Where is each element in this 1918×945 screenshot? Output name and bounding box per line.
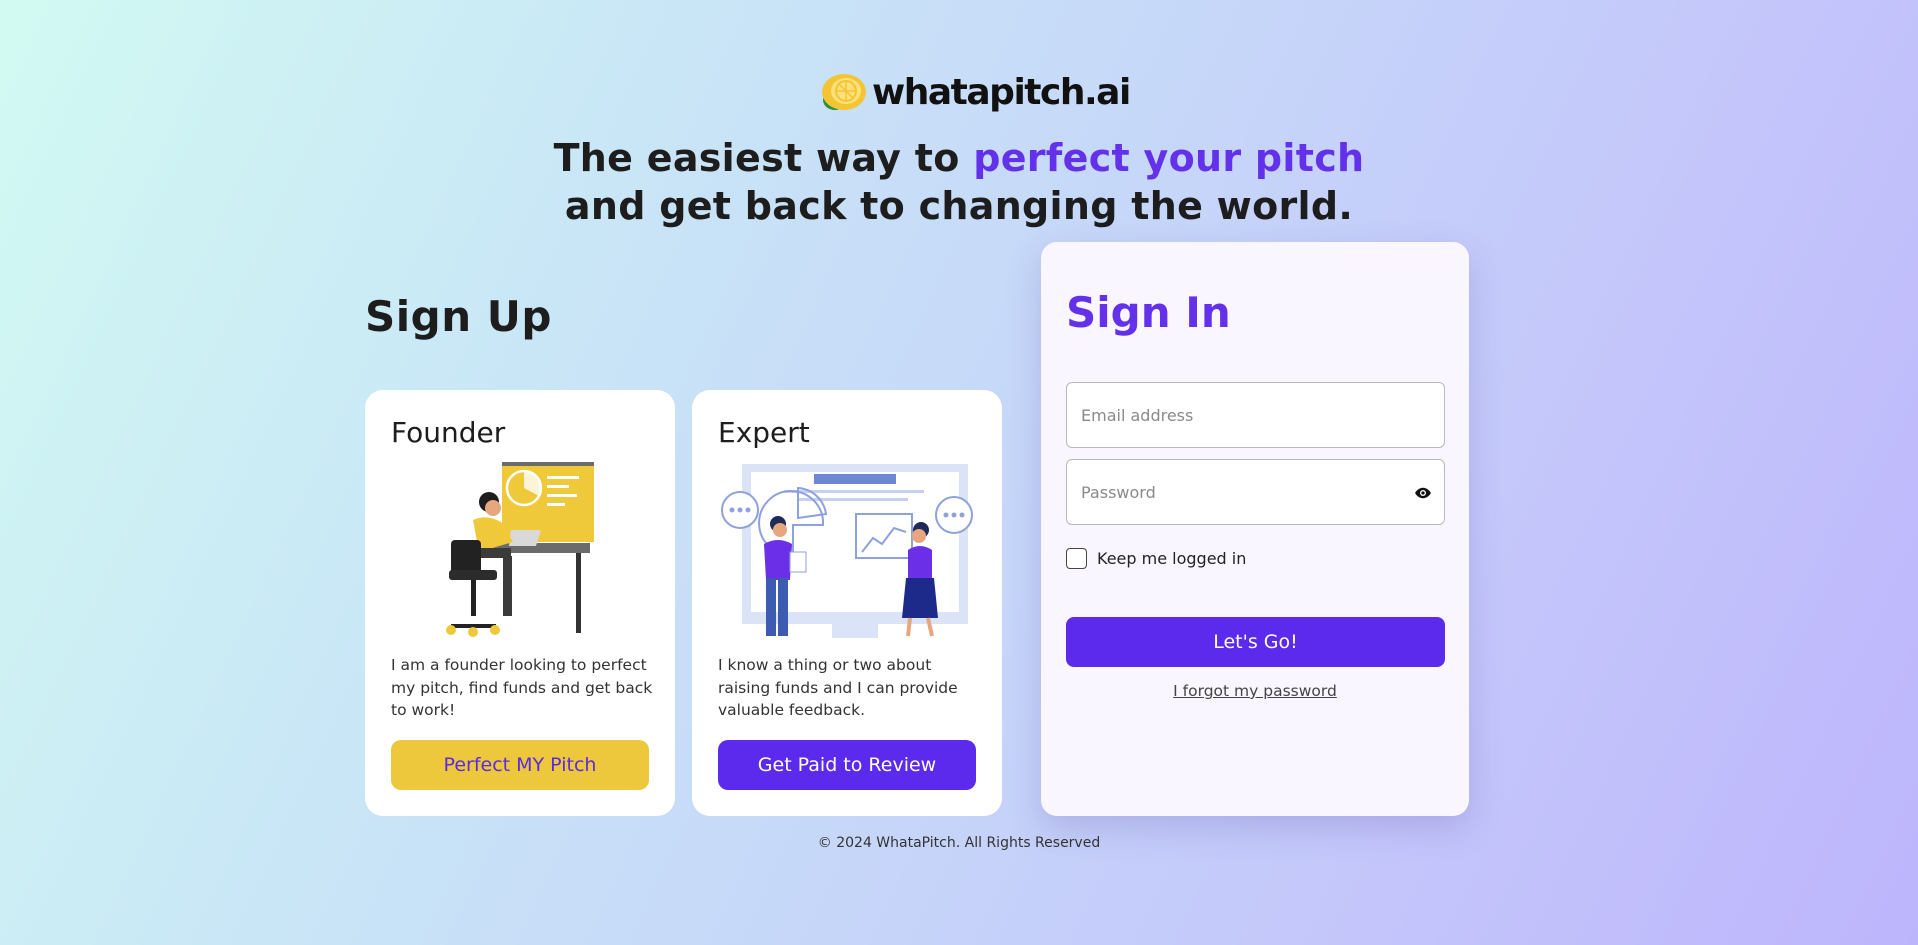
eye-icon[interactable] bbox=[1414, 484, 1432, 502]
signin-title: Sign In bbox=[1066, 288, 1231, 337]
expert-card-description: I know a thing or two about raising fund… bbox=[718, 656, 958, 719]
lets-go-button[interactable]: Let's Go! bbox=[1066, 617, 1445, 667]
founder-card-title: Founder bbox=[391, 416, 506, 449]
headline-accent: perfect your pitch bbox=[973, 136, 1365, 180]
hero-headline: The easiest way to perfect your pitch an… bbox=[0, 134, 1918, 230]
expert-card: Expert I know a thing or two about raisi… bbox=[692, 390, 1002, 816]
keep-logged-in-checkbox[interactable] bbox=[1066, 548, 1087, 569]
expert-card-title: Expert bbox=[718, 416, 810, 449]
lemon-icon bbox=[822, 74, 866, 110]
headline-line2: and get back to changing the world. bbox=[564, 184, 1354, 228]
perfect-my-pitch-button[interactable]: Perfect MY Pitch bbox=[391, 740, 649, 790]
email-field-wrapper bbox=[1066, 382, 1445, 448]
password-field[interactable] bbox=[1067, 460, 1444, 524]
signup-title: Sign Up bbox=[365, 292, 552, 341]
get-paid-to-review-button[interactable]: Get Paid to Review bbox=[718, 740, 976, 790]
brand-name: whatapitch.ai bbox=[872, 71, 1131, 113]
signin-panel: Sign In Keep me logged in Let's Go! I fo… bbox=[1041, 242, 1469, 816]
founder-card-description: I am a founder looking to perfect my pit… bbox=[391, 656, 653, 719]
footer-copyright: © 2024 WhataPitch. All Rights Reserved bbox=[817, 835, 1101, 851]
founder-card: Founder I am a founder looking to perfec… bbox=[365, 390, 675, 816]
password-field-wrapper bbox=[1066, 459, 1445, 525]
keep-logged-in[interactable]: Keep me logged in bbox=[1066, 548, 1246, 569]
brand-logo[interactable]: whatapitch.ai bbox=[818, 71, 1131, 116]
forgot-password-link[interactable]: I forgot my password bbox=[1041, 682, 1469, 700]
founder-at-desk-illustration bbox=[446, 462, 594, 637]
email-field[interactable] bbox=[1067, 383, 1444, 447]
experts-presenting-illustration bbox=[721, 464, 973, 638]
keep-logged-in-label[interactable]: Keep me logged in bbox=[1097, 549, 1246, 568]
headline-prefix: The easiest way to bbox=[553, 136, 974, 180]
